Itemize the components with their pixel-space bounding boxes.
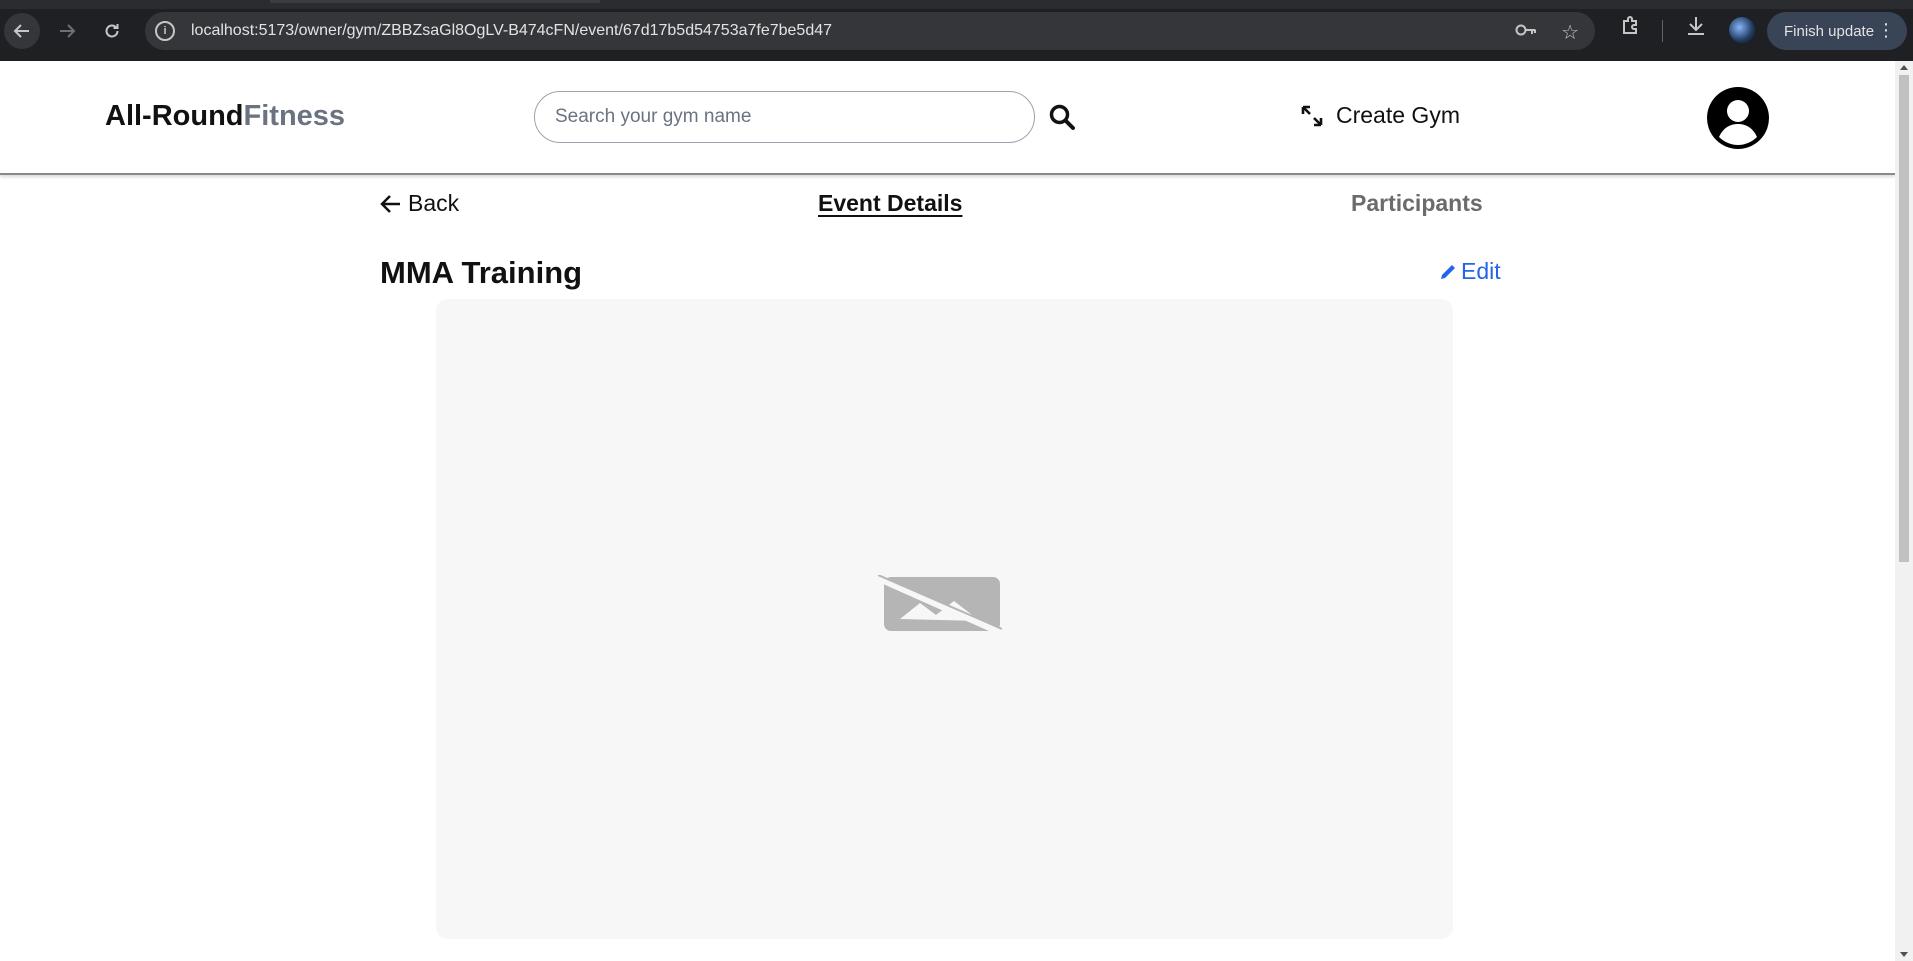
browser-forward-button[interactable]	[49, 13, 85, 49]
bookmark-star-icon[interactable]: ☆	[1561, 20, 1579, 45]
edit-label: Edit	[1461, 258, 1501, 284]
back-link[interactable]: Back	[380, 190, 459, 217]
create-gym-button[interactable]: Create Gym	[1300, 102, 1460, 129]
page-scrollbar[interactable]	[1895, 61, 1913, 961]
search-icon	[1049, 104, 1075, 130]
pencil-icon	[1441, 264, 1455, 279]
download-icon[interactable]	[1684, 14, 1708, 43]
active-tab-edge	[270, 0, 600, 3]
logo-accent: Fitness	[243, 100, 346, 132]
edit-event-button[interactable]: Edit	[1438, 258, 1501, 285]
arrow-right-icon	[60, 24, 76, 38]
scrollbar-thumb[interactable]	[1899, 75, 1909, 562]
profile-avatar[interactable]	[1729, 17, 1755, 43]
event-image	[436, 299, 1453, 939]
create-gym-label: Create Gym	[1336, 102, 1460, 128]
reload-icon	[105, 24, 119, 38]
browser-chrome: i localhost:5173/owner/gym/ZBBZsaGl8OgLV…	[0, 0, 1913, 61]
page: All-RoundFitness Create Gym Back Event D…	[0, 61, 1895, 961]
tab-participants[interactable]: Participants	[1351, 190, 1483, 217]
finish-update-button[interactable]: Finish update ⋮	[1767, 12, 1907, 50]
user-avatar-button[interactable]	[1707, 87, 1769, 149]
browser-reload-button[interactable]	[94, 13, 130, 49]
event-title: MMA Training	[380, 255, 583, 290]
tab-event-details[interactable]: Event Details	[818, 190, 962, 217]
finish-update-label: Finish update	[1784, 22, 1875, 40]
back-label: Back	[408, 190, 460, 216]
site-header: All-RoundFitness Create Gym	[0, 61, 1895, 175]
user-circle-icon	[1707, 87, 1769, 149]
browser-back-button[interactable]	[4, 13, 40, 49]
site-logo[interactable]: All-RoundFitness	[105, 100, 345, 133]
address-bar[interactable]: i localhost:5173/owner/gym/ZBBZsaGl8OgLV…	[145, 12, 1595, 50]
search-input[interactable]	[534, 91, 1035, 143]
site-info-icon[interactable]: i	[155, 21, 175, 41]
expand-arrows-icon	[1301, 105, 1323, 126]
address-bar-url[interactable]: localhost:5173/owner/gym/ZBBZsaGl8OgLV-B…	[191, 22, 832, 40]
scroll-up-arrow-icon[interactable]	[1900, 65, 1908, 70]
password-key-icon[interactable]	[1515, 22, 1537, 43]
arrow-left-icon	[13, 24, 29, 38]
extensions-icon[interactable]	[1619, 14, 1643, 43]
arrow-left-icon	[380, 194, 400, 213]
more-vertical-icon: ⋮	[1877, 20, 1895, 40]
scroll-down-arrow-icon[interactable]	[1900, 952, 1908, 957]
broken-image-icon	[876, 575, 1002, 637]
search-button[interactable]	[1048, 103, 1078, 133]
logo-primary: All-Round	[105, 100, 244, 132]
toolbar-divider	[1662, 20, 1663, 42]
